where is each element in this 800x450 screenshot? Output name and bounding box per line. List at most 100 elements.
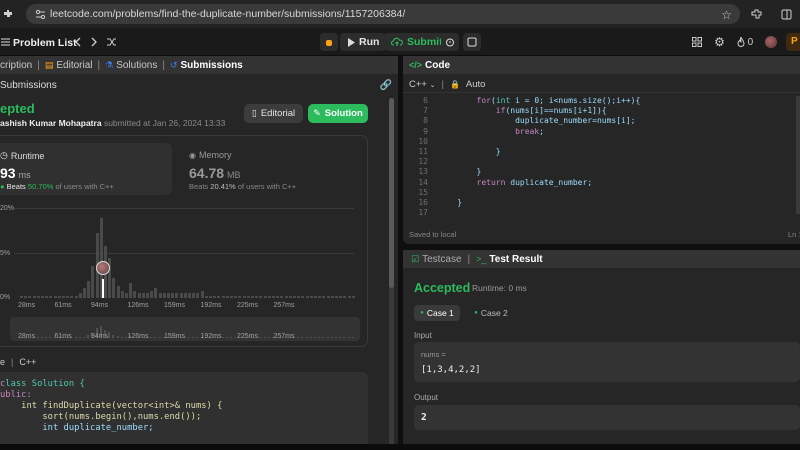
histogram-bar[interactable] [175,293,179,298]
histogram-bar[interactable] [133,290,137,298]
split-view-icon[interactable] [780,8,792,20]
histogram-bar[interactable] [301,295,305,298]
histogram-bar[interactable] [276,295,280,298]
histogram-bar[interactable] [322,295,326,298]
histogram-bar[interactable] [62,295,65,298]
histogram-bar[interactable] [288,295,292,298]
histogram-bar[interactable] [238,295,242,298]
histogram-bar[interactable] [141,293,145,298]
histogram-bar[interactable] [246,295,250,298]
premium-button[interactable]: P [786,33,800,51]
histogram-bar[interactable] [167,293,170,298]
histogram-bar[interactable] [200,290,204,298]
code-line[interactable]: 16 } [406,198,796,208]
histogram-bar[interactable] [91,265,95,298]
histogram-bar[interactable] [217,295,221,298]
run-button[interactable]: Run [340,33,387,51]
histogram-bar[interactable] [242,295,246,298]
memory-label-row[interactable]: ◉ Memory [189,150,232,160]
problem-list-link[interactable]: Problem List [13,37,77,49]
histogram-bar[interactable] [28,295,32,298]
input-box[interactable] [414,342,800,382]
histogram-bar[interactable] [309,295,313,298]
histogram-bar[interactable] [146,293,149,298]
code-line[interactable]: 14 return duplicate_number; [406,178,796,188]
tab-editorial[interactable]: Editorial [56,60,92,71]
histogram-bar[interactable] [179,293,183,298]
histogram-bar[interactable] [343,295,347,298]
code-line[interactable]: 17 [406,208,796,218]
bookmark-star-icon[interactable]: ☆ [720,8,733,22]
code-editor-scrollbar[interactable] [796,96,800,214]
histogram-bar[interactable] [318,295,322,298]
debug-button[interactable] [320,33,338,51]
tab-submissions[interactable]: Submissions [181,60,243,71]
histogram-bar[interactable] [57,295,61,298]
histogram-bar[interactable] [314,295,317,298]
histogram-bar[interactable] [24,295,28,298]
histogram-bar[interactable] [120,290,124,298]
list-icon[interactable] [0,36,10,48]
histogram-bar[interactable] [280,295,284,298]
histogram-bar[interactable] [234,295,238,298]
histogram-bar[interactable] [125,293,128,298]
tab-solutions[interactable]: Solutions [116,60,157,71]
histogram-bar[interactable] [204,295,208,298]
histogram-bar[interactable] [78,293,82,298]
histogram-bar[interactable] [83,288,86,298]
code-line[interactable]: 12 [406,157,796,167]
histogram-bar[interactable] [183,293,187,298]
next-problem-icon[interactable] [88,36,100,48]
site-settings-icon[interactable] [34,8,46,20]
case-2-tab[interactable]: ● Case 2 [468,305,514,321]
code-tab-title[interactable]: Code [425,60,450,71]
histogram-bar[interactable] [335,295,338,298]
code-line[interactable]: 7 if(nums[i]==nums[i+1]){ [406,106,796,116]
left-scrollbar-thumb[interactable] [389,98,394,288]
histogram-bar[interactable] [171,293,175,298]
code-line[interactable]: 11 } [406,147,796,157]
code-line[interactable]: 6 for(int i = 0; i<nums.size();i++){ [406,96,796,106]
histogram-bar[interactable] [74,295,78,298]
histogram-bar[interactable] [49,295,53,298]
tab-test-result[interactable]: Test Result [489,254,542,265]
histogram-bar[interactable] [87,280,91,298]
histogram-bar[interactable] [196,293,200,298]
histogram-bar[interactable] [129,283,133,298]
output-box[interactable] [414,405,800,430]
histogram-bar[interactable] [297,295,301,298]
solution-button[interactable]: ✎ Solution [308,104,368,123]
code-line[interactable]: 15 [406,188,796,198]
histogram-bar[interactable] [351,295,355,298]
layout-grid-icon[interactable] [691,36,703,48]
histogram-bar[interactable] [116,285,120,298]
timer-button[interactable] [441,33,459,51]
tab-testcase[interactable]: Testcase [422,254,461,265]
histogram-bar[interactable] [20,295,23,298]
histogram-bar[interactable] [158,293,162,298]
author-name[interactable]: ashish Kumar Mohapatra [0,118,102,128]
histogram-bar[interactable] [36,295,40,298]
settings-gear-icon[interactable]: ⚙ [713,35,726,49]
notes-button[interactable] [463,33,481,51]
histogram-bar[interactable] [221,295,225,298]
code-line[interactable]: 9 break; [406,127,796,137]
histogram-bar[interactable] [150,290,154,298]
histogram-bar[interactable] [330,295,334,298]
histogram-bar[interactable] [339,295,343,298]
histogram-bar[interactable] [192,293,196,298]
histogram-bar[interactable] [32,295,36,298]
histogram-bar[interactable] [70,295,74,298]
histogram-bar[interactable] [267,295,271,298]
shuffle-icon[interactable] [105,36,117,48]
avatar[interactable] [765,36,777,48]
histogram-bar[interactable] [284,295,288,298]
submit-button[interactable]: Submit [384,33,450,51]
tab-description[interactable]: cription [0,60,32,71]
histogram-bar[interactable] [347,295,351,298]
histogram-bar[interactable] [137,293,141,298]
histogram-bar[interactable] [326,295,330,298]
histogram-bar[interactable] [162,293,166,298]
histogram-bar[interactable] [209,295,212,298]
extensions-icon[interactable] [750,8,762,20]
